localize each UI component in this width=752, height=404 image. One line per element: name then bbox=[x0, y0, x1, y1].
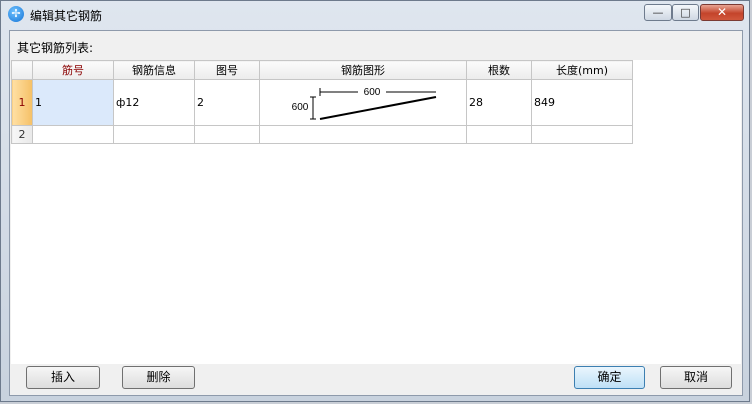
rebar-grid-area[interactable]: 筋号 钢筋信息 图号 钢筋图形 根数 长度(mm) 1 1 ф12 2 600 … bbox=[11, 60, 741, 364]
column-header-figure-no[interactable]: 图号 bbox=[194, 60, 260, 80]
column-header-rebar-info[interactable]: 钢筋信息 bbox=[113, 60, 195, 80]
delete-button[interactable]: 删除 bbox=[122, 366, 195, 389]
title-bar[interactable]: ✢ 编辑其它钢筋 — □ ✕ bbox=[1, 1, 749, 29]
bar-no-cell[interactable]: 1 bbox=[32, 79, 114, 126]
ok-button[interactable]: 确定 bbox=[574, 366, 645, 389]
dialog-title: 编辑其它钢筋 bbox=[30, 9, 103, 23]
dialog-body: 其它钢筋列表: 筋号 钢筋信息 图号 钢筋图形 根数 长度(mm) 1 1 ф1… bbox=[9, 30, 743, 396]
rebar-shape-drawing: 600 600 bbox=[292, 85, 437, 120]
rebar-info-cell[interactable]: ф12 bbox=[113, 79, 195, 126]
maximize-button[interactable]: □ bbox=[672, 4, 699, 21]
vertical-dimension-label: 600 bbox=[292, 102, 309, 113]
rebar-list-label: 其它钢筋列表: bbox=[17, 41, 94, 55]
close-button[interactable]: ✕ bbox=[700, 4, 744, 21]
row-number[interactable]: 1 bbox=[11, 79, 33, 126]
length-cell[interactable] bbox=[531, 125, 633, 144]
length-cell[interactable]: 849 bbox=[531, 79, 633, 126]
corner-header-cell bbox=[11, 60, 33, 80]
rebar-info-cell[interactable] bbox=[113, 125, 195, 144]
count-cell[interactable]: 28 bbox=[466, 79, 532, 126]
column-header-count[interactable]: 根数 bbox=[466, 60, 532, 80]
figure-no-cell[interactable] bbox=[194, 125, 260, 144]
column-header-bar-no[interactable]: 筋号 bbox=[32, 60, 114, 80]
insert-button[interactable]: 插入 bbox=[26, 366, 100, 389]
rebar-slope-line bbox=[319, 96, 437, 120]
figure-no-cell[interactable]: 2 bbox=[194, 79, 260, 126]
table-row[interactable]: 1 1 ф12 2 600 600 28 849 bbox=[11, 79, 633, 126]
column-header-rebar-shape[interactable]: 钢筋图形 bbox=[259, 60, 467, 80]
rebar-table: 筋号 钢筋信息 图号 钢筋图形 根数 长度(mm) 1 1 ф12 2 600 … bbox=[11, 60, 633, 144]
rebar-shape-cell[interactable] bbox=[259, 125, 467, 144]
row-number[interactable]: 2 bbox=[11, 125, 33, 144]
dialog-window: ✢ 编辑其它钢筋 — □ ✕ 其它钢筋列表: 筋号 钢筋信息 图号 钢筋图形 根… bbox=[0, 0, 750, 402]
cancel-button[interactable]: 取消 bbox=[660, 366, 732, 389]
count-cell[interactable] bbox=[466, 125, 532, 144]
horizontal-dimension-label: 600 bbox=[364, 87, 381, 98]
app-icon: ✢ bbox=[8, 6, 24, 22]
table-header-row: 筋号 钢筋信息 图号 钢筋图形 根数 长度(mm) bbox=[11, 60, 633, 80]
minimize-button[interactable]: — bbox=[644, 4, 672, 21]
bar-no-cell[interactable] bbox=[32, 125, 114, 144]
column-header-length[interactable]: 长度(mm) bbox=[531, 60, 633, 80]
table-row[interactable]: 2 bbox=[11, 125, 633, 144]
rebar-shape-cell[interactable]: 600 600 bbox=[259, 79, 467, 126]
